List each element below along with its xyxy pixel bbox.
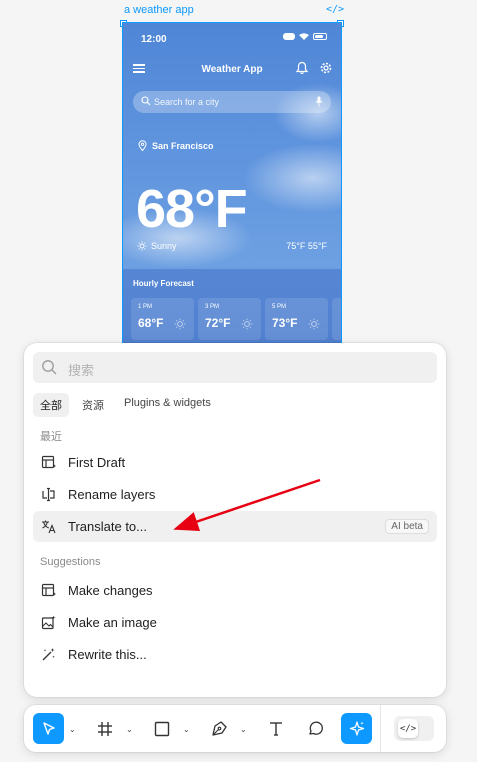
pen-icon (211, 721, 227, 736)
text-icon (270, 721, 282, 736)
chevron-down-icon[interactable]: ⌄ (126, 725, 133, 734)
location-name: San Francisco (152, 140, 214, 151)
search-icon (141, 96, 151, 106)
hourly-forecast-title: Hourly Forecast (133, 279, 194, 288)
frame-template-icon (40, 583, 56, 599)
hour-card[interactable]: 5 PM 73°F (265, 298, 328, 340)
condition-text: Sunny (151, 241, 177, 251)
action-rewrite-this[interactable]: Rewrite this... (33, 639, 437, 670)
weather-condition: Sunny (137, 241, 177, 251)
action-label: Make changes (68, 583, 153, 598)
action-first-draft[interactable]: First Draft (33, 447, 437, 478)
app-header: Weather App (123, 59, 341, 83)
search-placeholder: Search for a city (154, 97, 220, 107)
chevron-down-icon[interactable]: ⌄ (183, 725, 190, 734)
hour-time: 3 PM (205, 304, 220, 310)
frame-template-icon (40, 455, 56, 471)
frame-hash-icon (98, 721, 112, 736)
action-make-an-image[interactable]: Make an image (33, 607, 437, 638)
shape-tool-button[interactable] (151, 713, 173, 744)
current-temperature: 68°F (136, 179, 248, 239)
chevron-down-icon[interactable]: ⌄ (240, 725, 247, 734)
hour-temp: 68°F (138, 316, 164, 330)
hour-temp: 72°F (205, 316, 231, 330)
status-time: 12:00 (141, 34, 167, 45)
weather-app-frame[interactable]: 12:00 Weather App Search for a city San … (122, 22, 342, 346)
search-placeholder: 搜索 (68, 363, 95, 378)
hour-time: 1 PM (138, 304, 153, 310)
actions-ai-tool-button[interactable] (341, 713, 372, 744)
action-label: First Draft (68, 455, 126, 470)
action-label: Translate to... (68, 519, 147, 534)
location-pin-icon (138, 140, 147, 151)
hour-time: 5 PM (272, 304, 287, 310)
frame-label[interactable]: a weather app (124, 4, 194, 16)
tab-all[interactable]: 全部 (33, 393, 69, 417)
action-label: Make an image (68, 615, 157, 630)
status-icons (283, 33, 327, 40)
rename-layers-icon (40, 487, 56, 503)
comment-tool-button[interactable] (304, 713, 326, 744)
status-bar: 12:00 (123, 23, 341, 55)
sun-icon (308, 318, 320, 330)
action-translate-to[interactable]: Translate to... AI beta (33, 511, 437, 542)
tab-assets[interactable]: 资源 (75, 393, 111, 417)
recent-section-label: 最近 (40, 431, 62, 443)
sun-icon (241, 318, 253, 330)
hour-card-partial[interactable] (332, 298, 341, 340)
frame-tool-button[interactable] (94, 713, 116, 744)
tab-plugins-widgets[interactable]: Plugins & widgets (117, 393, 218, 417)
sun-icon (137, 241, 147, 251)
bell-icon[interactable] (295, 61, 309, 75)
pen-tool-button[interactable] (208, 713, 230, 744)
filter-tabs: 全部 资源 Plugins & widgets (33, 393, 218, 417)
quick-actions-panel: 搜索 全部 资源 Plugins & widgets 最近 First Draf… (24, 343, 446, 697)
action-make-changes[interactable]: Make changes (33, 575, 437, 606)
code-icon: </> (398, 719, 418, 738)
rectangle-icon (154, 721, 170, 736)
image-sparkle-icon (40, 615, 56, 631)
signal-icon (283, 33, 295, 40)
cloud-decoration (243, 143, 341, 213)
quick-actions-search-input[interactable]: 搜索 (33, 352, 437, 383)
sun-icon (174, 318, 186, 330)
ai-sparkle-icon (349, 720, 364, 736)
ai-beta-badge: AI beta (385, 519, 429, 534)
hour-card[interactable]: 1 PM 68°F (131, 298, 194, 340)
action-label: Rewrite this... (68, 647, 147, 662)
cursor-icon (42, 721, 55, 735)
microphone-icon[interactable] (315, 96, 323, 107)
toolbar-divider (380, 705, 381, 752)
text-tool-button[interactable] (265, 713, 287, 744)
bottom-toolbar: ⌄ ⌄ ⌄ ⌄ </> (24, 705, 446, 752)
action-rename-layers[interactable]: Rename layers (33, 479, 437, 510)
suggestions-section-label: Suggestions (40, 556, 101, 568)
frame-code-icon[interactable]: </> (326, 4, 344, 15)
city-search-input[interactable]: Search for a city (133, 91, 331, 113)
chevron-down-icon[interactable]: ⌄ (69, 725, 76, 734)
translate-icon (40, 519, 56, 535)
comment-bubble-icon (308, 721, 323, 735)
action-label: Rename layers (68, 487, 156, 502)
dev-mode-toggle[interactable]: </> (394, 716, 434, 741)
hour-temp: 73°F (272, 316, 298, 330)
search-icon (42, 360, 57, 375)
hour-card[interactable]: 3 PM 72°F (198, 298, 261, 340)
battery-icon (313, 33, 327, 40)
hourly-forecast-section: Hourly Forecast 1 PM 68°F 3 PM 72°F 5 PM (123, 269, 341, 345)
high-low-temperature: 75°F 55°F (286, 241, 327, 251)
magic-wand-icon (40, 647, 56, 663)
move-tool-button[interactable] (33, 713, 64, 744)
wifi-icon (299, 33, 309, 40)
location-label: San Francisco (138, 140, 214, 151)
hourly-cards: 1 PM 68°F 3 PM 72°F 5 PM 73°F (131, 298, 341, 340)
gear-icon[interactable] (319, 61, 333, 75)
